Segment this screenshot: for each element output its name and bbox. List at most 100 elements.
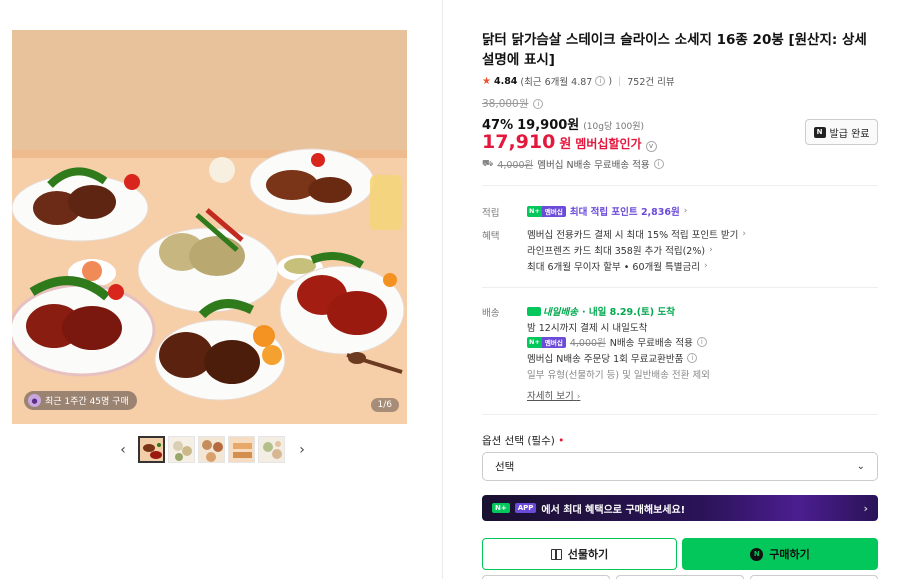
rating-recent-close: ): [608, 75, 613, 87]
info-icon[interactable]: i: [687, 353, 698, 363]
app-promo-banner[interactable]: N+ APP 에서 최대 혜택으로 구매해보세요! ›: [482, 495, 878, 521]
thumbnail-item[interactable]: [168, 436, 195, 463]
coupon-issued-button[interactable]: N 발급 완료: [805, 119, 878, 145]
thumbnail-strip: ‹ ›: [117, 436, 308, 463]
photo-counter: 1/6: [370, 398, 399, 412]
info-icon[interactable]: i: [533, 98, 544, 109]
buy-button-label: 구매하기: [769, 548, 810, 561]
original-price: 38,000원: [482, 98, 529, 110]
option-select-value: 선택: [495, 461, 515, 473]
detail-link-text: 자세히 보기: [527, 391, 574, 402]
info-icon[interactable]: i: [653, 159, 664, 169]
chevron-right-icon: ›: [742, 229, 746, 239]
chevron-right-icon: ›: [709, 245, 713, 255]
secondary-action-button[interactable]: [482, 575, 610, 579]
option-title: 옵션 선택 (필수) •: [482, 433, 564, 448]
tomorrow-delivery-text: 내일배송: [543, 307, 578, 318]
option-select[interactable]: 선택 ⌄: [482, 452, 878, 481]
recent-purchase-badge: ● 최근 1주간 45명 구매: [24, 391, 137, 410]
perk-text: 라인프렌즈 카드 최대 358원 추가 적립(2%): [527, 246, 706, 257]
member-price-label[interactable]: 멤버십할인가: [575, 135, 641, 152]
delivery-label: 배송: [482, 308, 500, 319]
delivery-free-shipping: N+ 멤버십 4,000원 N배송 무료배송 적용 i: [527, 335, 707, 349]
chevron-right-icon: ›: [683, 206, 688, 216]
shipping-free-text: 멤버십 N배송 무료배송 적용: [537, 160, 650, 171]
chevron-right-icon: ›: [863, 501, 868, 515]
points-text: 최대 적립 포인트 2,836원: [569, 207, 680, 218]
chevron-right-icon: ›: [576, 392, 581, 402]
chevron-down-icon[interactable]: v: [645, 140, 657, 152]
free-shipping-text: N배송 무료배송 적용: [609, 338, 693, 349]
thumbnail-item[interactable]: [228, 436, 255, 463]
thumbnail-next-arrow-icon[interactable]: ›: [296, 437, 308, 463]
shipping-original-fee: 4,000원: [497, 160, 534, 171]
gift-button[interactable]: 선물하기: [482, 538, 677, 570]
column-divider: [442, 0, 443, 579]
star-icon: ★: [482, 75, 491, 87]
divider: [482, 185, 878, 186]
secondary-action-button[interactable]: [616, 575, 744, 579]
delivery-arrival: 내일배송 · 내일 8.29.(토) 도착: [527, 304, 675, 318]
delivery-truck-icon: [527, 306, 541, 316]
main-product-photo[interactable]: ● 최근 1주간 45명 구매 1/6: [12, 30, 407, 424]
naver-n-icon: N: [813, 126, 826, 138]
secondary-actions-row: [482, 575, 878, 579]
shipping-original-fee: 4,000원: [569, 338, 606, 349]
perk-item[interactable]: 라인프렌즈 카드 최대 358원 추가 적립(2%) ›: [527, 243, 713, 257]
thumbnail-item[interactable]: [138, 436, 165, 463]
divider: [482, 414, 878, 415]
info-icon[interactable]: i: [595, 76, 606, 86]
perk-text: 최대 6개월 무이자 할부 • 60개월 특별금리: [527, 262, 700, 273]
required-mark: •: [558, 435, 565, 447]
points-benefit[interactable]: N+ 멤버십 최대 적립 포인트 2,836원 ›: [527, 204, 687, 218]
product-gallery: ● 최근 1주간 45명 구매 1/6 ‹ ›: [0, 0, 442, 579]
delivery-detail-link[interactable]: 자세히 보기 ›: [527, 388, 580, 402]
npay-membership-badge: N+ 멤버십: [527, 336, 566, 348]
user-group-icon: ●: [28, 394, 41, 407]
thumbnail-prev-arrow-icon[interactable]: ‹: [117, 437, 129, 463]
perk-item[interactable]: 최대 6개월 무이자 할부 • 60개월 특별금리 ›: [527, 259, 708, 273]
thumbnail-item[interactable]: [258, 436, 285, 463]
member-price: 17,910: [482, 131, 556, 153]
product-title: 닭터 닭가슴살 스테이크 슬라이스 소세지 16종 20봉 [원산지: 상세설명…: [482, 32, 867, 68]
npay-badge-m: 멤버십: [541, 205, 566, 217]
naver-n-icon: N: [750, 547, 764, 561]
npay-badge-n: N+: [492, 503, 510, 513]
shipping-summary: ⛟ 4,000원 멤버십 N배송 무료배송 적용 i: [482, 157, 664, 171]
app-banner-text: 에서 최대 혜택으로 구매해보세요!: [541, 504, 686, 516]
npay-badge-n: N+: [527, 205, 542, 217]
secondary-action-button[interactable]: [750, 575, 878, 579]
app-badge: APP: [514, 503, 537, 513]
rating-score: 4.84: [493, 75, 518, 87]
review-count-link[interactable]: 752건 리뷰: [627, 74, 674, 88]
npay-badge-m: 멤버십: [541, 336, 566, 348]
npay-membership-badge: N+ 멤버십: [527, 205, 566, 217]
rating-row: ★ 4.84 (최근 6개월 4.87 i) | 752건 리뷰: [482, 74, 675, 89]
delivery-cutoff: 밤 12시까지 결제 시 내일도착: [527, 323, 648, 334]
coupon-button-label: 발급 완료: [829, 128, 870, 140]
divider: [482, 287, 878, 288]
thumbnail-item[interactable]: [198, 436, 225, 463]
tomorrow-delivery-badge: 내일배송: [527, 304, 578, 318]
separator: |: [618, 75, 622, 87]
exchange-text: 멤버십 N배송 주문당 1회 무료교환반품: [527, 354, 684, 365]
food-photo-illustration: [12, 30, 407, 424]
buy-button[interactable]: N 구매하기: [682, 538, 878, 570]
truck-icon: ⛟: [482, 158, 494, 169]
arrival-date: · 내일 8.29.(토) 도착: [581, 307, 675, 318]
chevron-down-icon: ⌄: [856, 461, 865, 472]
perk-item[interactable]: 멤버십 전용카드 결제 시 최대 15% 적립 포인트 받기 ›: [527, 227, 746, 241]
perks-label: 혜택: [482, 231, 500, 242]
chevron-right-icon: ›: [703, 261, 708, 271]
gift-icon: [550, 548, 562, 560]
delivery-note: 일부 유형(선물하기 등) 및 일반배송 전환 제외: [527, 370, 710, 381]
option-title-text: 옵션 선택 (필수): [482, 435, 555, 447]
rating-recent: (최근 6개월 4.87: [520, 77, 593, 88]
recent-purchase-text: 최근 1주간 45명 구매: [45, 397, 129, 407]
member-price-unit: 원: [559, 137, 572, 152]
delivery-exchange: 멤버십 N배송 주문당 1회 무료교환반품 i: [527, 351, 698, 365]
gift-button-label: 선물하기: [567, 548, 609, 561]
perk-text: 멤버십 전용카드 결제 시 최대 15% 적립 포인트 받기: [527, 230, 739, 241]
info-icon[interactable]: i: [696, 337, 707, 347]
npay-badge-n: N+: [527, 336, 542, 348]
